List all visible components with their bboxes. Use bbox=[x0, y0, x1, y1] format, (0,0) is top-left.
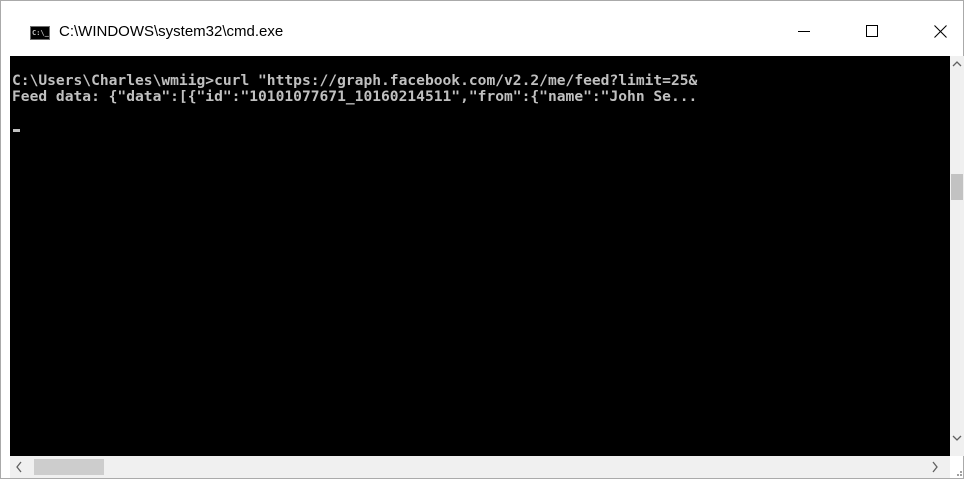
vertical-scroll-thumb[interactable] bbox=[951, 174, 963, 200]
console-line-command: C:\Users\Charles\wmiig>curl "https://gra… bbox=[12, 72, 698, 89]
close-icon bbox=[933, 24, 947, 38]
chevron-up-icon[interactable] bbox=[952, 60, 962, 68]
vertical-scrollbar[interactable] bbox=[950, 56, 964, 456]
console-line-output: Feed data: {"data":[{"id":"10101077671_1… bbox=[12, 88, 698, 105]
text-cursor bbox=[13, 129, 20, 132]
cmd-window: C:\_ C:\WINDOWS\system32\cmd.exe C:\User… bbox=[0, 0, 964, 479]
minimize-icon bbox=[798, 31, 810, 32]
maximize-icon bbox=[866, 25, 878, 37]
window-title: C:\WINDOWS\system32\cmd.exe bbox=[59, 23, 284, 40]
close-button[interactable] bbox=[915, 13, 964, 49]
cmd-icon[interactable]: C:\_ bbox=[30, 26, 50, 40]
horizontal-scroll-thumb[interactable] bbox=[34, 459, 104, 475]
chevron-left-icon[interactable] bbox=[15, 460, 23, 474]
chevron-right-icon[interactable] bbox=[931, 460, 939, 474]
chevron-down-icon[interactable] bbox=[952, 434, 962, 442]
title-bar[interactable]: C:\_ C:\WINDOWS\system32\cmd.exe bbox=[1, 1, 963, 48]
minimize-button[interactable] bbox=[779, 13, 829, 49]
console-output[interactable]: C:\Users\Charles\wmiig>curl "https://gra… bbox=[10, 56, 950, 456]
horizontal-scrollbar[interactable] bbox=[10, 456, 950, 478]
cmd-icon-text: C:\_ bbox=[32, 29, 49, 37]
maximize-button[interactable] bbox=[847, 13, 897, 49]
resize-grip-icon[interactable] bbox=[951, 463, 963, 477]
